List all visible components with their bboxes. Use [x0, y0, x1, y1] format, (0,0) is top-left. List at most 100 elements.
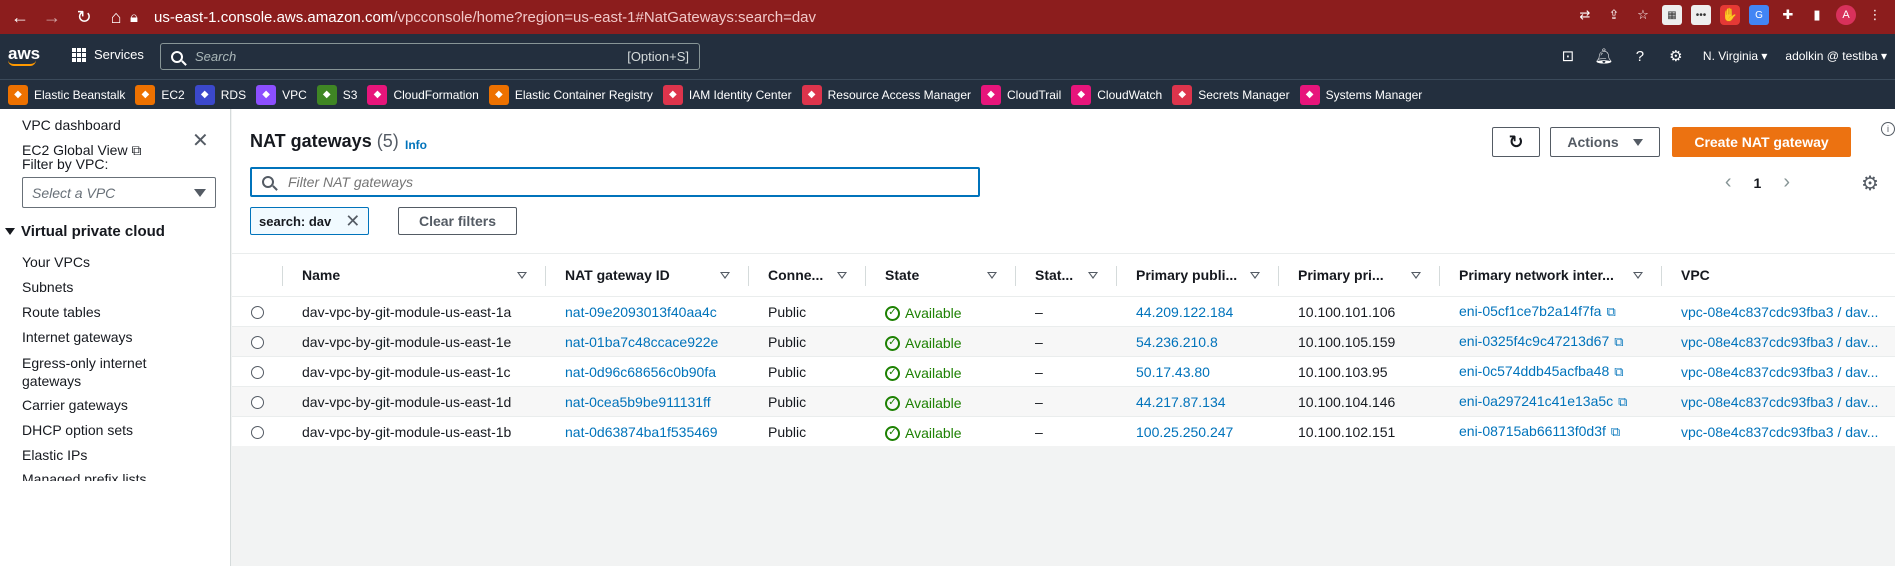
public-ip-link[interactable]: 100.25.250.247	[1136, 424, 1233, 440]
nat-gateway-link[interactable]: nat-0cea5b9be911131ff	[565, 394, 711, 410]
row-select-radio[interactable]	[250, 426, 264, 440]
notifications-bell-icon[interactable]: 🔔︎	[1594, 47, 1613, 65]
row-select-radio[interactable]	[250, 396, 264, 410]
puzzle-icon[interactable]: ✚	[1778, 5, 1798, 25]
sidebar-item-carrier-gateways[interactable]: Carrier gateways	[22, 397, 128, 413]
page-number[interactable]: 1	[1754, 175, 1762, 191]
column-header-connectivity[interactable]: Conne...	[748, 253, 865, 297]
eni-link[interactable]: eni-0325f4c9c47213d67	[1459, 333, 1609, 349]
favorite-iam[interactable]: ◆ IAM Identity Center	[662, 84, 792, 105]
public-ip-link[interactable]: 44.209.122.184	[1136, 304, 1233, 320]
extension-icon[interactable]: ✋	[1720, 5, 1740, 25]
bookmark-star-icon[interactable]: ☆	[1633, 5, 1653, 25]
public-ip-link[interactable]: 50.17.43.80	[1136, 364, 1210, 380]
table-settings-gear-icon[interactable]: ⚙	[1861, 171, 1879, 196]
address-bar[interactable]: 🔒︎ us-east-1.console.aws.amazon.com/vpcc…	[130, 6, 816, 28]
next-page-icon[interactable]: ›	[1783, 171, 1790, 194]
sidebar-item-subnets[interactable]: Subnets	[22, 279, 73, 295]
section-virtual-private-cloud[interactable]: Virtual private cloud	[5, 223, 165, 240]
help-icon[interactable]: ?	[1631, 47, 1649, 65]
nat-gateway-link[interactable]: nat-01ba7c48ccace922e	[565, 334, 718, 350]
favorite-ec2[interactable]: ◆ EC2	[135, 84, 185, 105]
eni-link[interactable]: eni-0c574ddb45acfba48	[1459, 363, 1609, 379]
sidebar-item-egress-only-gateways[interactable]: Egress-only internet gateways	[22, 354, 172, 390]
row-select-radio[interactable]	[250, 306, 264, 320]
share-icon[interactable]: ⇪	[1604, 5, 1624, 25]
home-icon[interactable]: ⌂	[104, 5, 128, 29]
favorite-beanstalk[interactable]: ◆ Elastic Beanstalk	[8, 84, 125, 105]
vpc-filter-select[interactable]: Select a VPC	[22, 177, 216, 208]
public-ip-link[interactable]: 54.236.210.8	[1136, 334, 1218, 350]
sidepanel-icon[interactable]: ▮	[1807, 5, 1827, 25]
sidebar-item-elastic-ips[interactable]: Elastic IPs	[22, 447, 87, 463]
sidebar-item-vpc-dashboard[interactable]: VPC dashboard	[22, 117, 121, 133]
extension-icon[interactable]: G	[1749, 5, 1769, 25]
eni-link[interactable]: eni-05cf1ce7b2a14f7fa	[1459, 303, 1601, 319]
filter-input[interactable]	[288, 174, 888, 190]
table-row[interactable]: dav-vpc-by-git-module-us-east-1b nat-0d63…	[232, 416, 1895, 447]
column-header-state[interactable]: State	[865, 253, 1015, 297]
back-icon[interactable]: ←	[8, 5, 32, 29]
prev-page-icon[interactable]: ‹	[1725, 171, 1732, 194]
global-search-input[interactable]: Search [Option+S]	[160, 43, 700, 70]
extension-icon[interactable]: ▦	[1662, 5, 1682, 25]
actions-button[interactable]: Actions	[1550, 127, 1660, 157]
vpc-link[interactable]: vpc-08e4c837cdc93fba3 / dav...	[1681, 364, 1878, 380]
region-selector[interactable]: N. Virginia ▾	[1703, 49, 1768, 63]
column-header-nat-gateway-id[interactable]: NAT gateway ID	[545, 253, 748, 297]
close-icon[interactable]: ✕	[192, 131, 210, 151]
clear-filters-button[interactable]: Clear filters	[398, 207, 517, 235]
column-header-state-message[interactable]: Stat...	[1015, 253, 1116, 297]
sidebar-item-route-tables[interactable]: Route tables	[22, 304, 101, 320]
remove-token-icon[interactable]: ✕	[345, 211, 360, 232]
favorite-cloudformation[interactable]: ◆ CloudFormation	[367, 84, 479, 105]
table-row[interactable]: dav-vpc-by-git-module-us-east-1a nat-09e2…	[232, 296, 1895, 327]
row-select-radio[interactable]	[250, 336, 264, 350]
eni-link[interactable]: eni-0a297241c41e13a5c	[1459, 393, 1613, 409]
public-ip-link[interactable]: 44.217.87.134	[1136, 394, 1226, 410]
vpc-link[interactable]: vpc-08e4c837cdc93fba3 / dav...	[1681, 334, 1878, 350]
create-nat-gateway-button[interactable]: Create NAT gateway	[1672, 127, 1851, 157]
favorite-s3[interactable]: ◆ S3	[316, 84, 357, 105]
column-header-name[interactable]: Name	[282, 253, 545, 297]
translate-icon[interactable]: ⇄	[1575, 5, 1595, 25]
favorite-ram[interactable]: ◆ Resource Access Manager	[801, 84, 971, 105]
nat-gateway-link[interactable]: nat-0d63874ba1f535469	[565, 424, 718, 440]
favorite-cloudtrail[interactable]: ◆ CloudTrail	[981, 84, 1061, 105]
nat-gateway-link[interactable]: nat-0d96c68656c0b90fa	[565, 364, 716, 380]
refresh-button[interactable]: ↻	[1492, 127, 1540, 157]
sidebar-item-internet-gateways[interactable]: Internet gateways	[22, 329, 133, 345]
column-header-vpc[interactable]: VPC	[1661, 253, 1895, 297]
table-row[interactable]: dav-vpc-by-git-module-us-east-1e nat-01ba…	[232, 326, 1895, 357]
nat-gateway-link[interactable]: nat-09e2093013f40aa4c	[565, 304, 717, 320]
favorite-vpc[interactable]: ◆ VPC	[256, 84, 307, 105]
favorite-cloudwatch[interactable]: ◆ CloudWatch	[1071, 84, 1162, 105]
table-row[interactable]: dav-vpc-by-git-module-us-east-1d nat-0cea…	[232, 386, 1895, 417]
info-panel-icon[interactable]: i	[1881, 122, 1895, 136]
sidebar-item-managed-prefix-lists[interactable]: Managed prefix lists	[22, 471, 147, 481]
eni-link[interactable]: eni-08715ab66113f0d3f	[1459, 423, 1606, 439]
column-header-primary-network-interface[interactable]: Primary network inter...	[1439, 253, 1661, 297]
reload-icon[interactable]: ↻	[72, 5, 96, 29]
column-header-primary-private-ip[interactable]: Primary pri...	[1278, 253, 1439, 297]
aws-logo[interactable]: aws	[8, 44, 40, 66]
vpc-link[interactable]: vpc-08e4c837cdc93fba3 / dav...	[1681, 304, 1878, 320]
menu-icon[interactable]: ⋮	[1865, 5, 1885, 25]
account-menu[interactable]: adolkin @ testiba ▾	[1785, 49, 1887, 63]
sidebar-item-dhcp-option-sets[interactable]: DHCP option sets	[22, 422, 133, 438]
services-menu[interactable]: Services	[72, 47, 144, 62]
favorite-ecr[interactable]: ◆ Elastic Container Registry	[488, 84, 653, 105]
filter-nat-gateways[interactable]	[250, 167, 980, 197]
forward-icon[interactable]: →	[40, 5, 64, 29]
info-link[interactable]: Info	[405, 138, 427, 152]
sidebar-item-your-vpcs[interactable]: Your VPCs	[22, 254, 90, 270]
row-select-radio[interactable]	[250, 366, 264, 380]
cloudshell-icon[interactable]: ⊡	[1559, 47, 1577, 65]
favorite-secrets[interactable]: ◆ Secrets Manager	[1172, 84, 1290, 105]
vpc-link[interactable]: vpc-08e4c837cdc93fba3 / dav...	[1681, 424, 1878, 440]
favorite-rds[interactable]: ◆ RDS	[194, 84, 246, 105]
table-row[interactable]: dav-vpc-by-git-module-us-east-1c nat-0d96…	[232, 356, 1895, 387]
profile-avatar[interactable]: A	[1836, 5, 1856, 25]
favorite-ssm[interactable]: ◆ Systems Manager	[1299, 84, 1422, 105]
settings-gear-icon[interactable]: ⚙	[1667, 47, 1685, 65]
